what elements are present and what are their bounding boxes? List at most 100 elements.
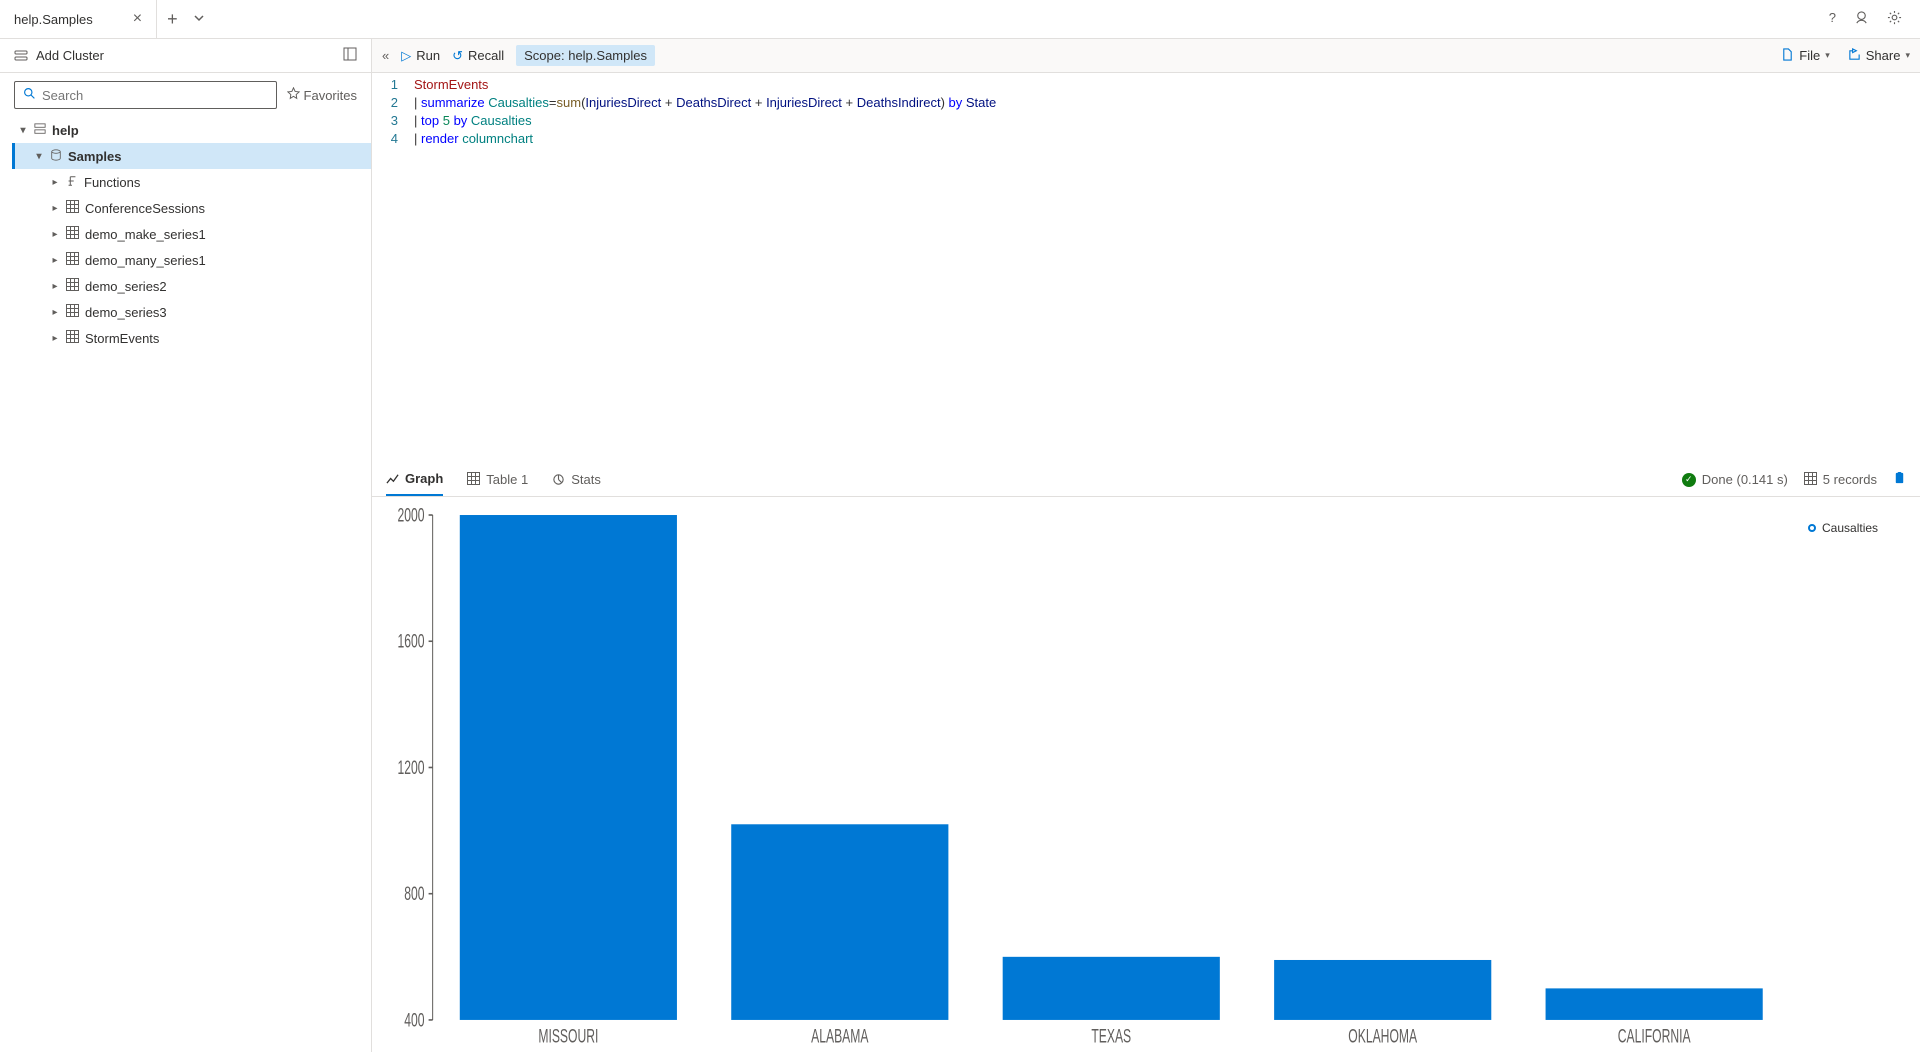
add-cluster-button[interactable]: Add Cluster (14, 48, 104, 63)
tree-item-label: demo_series3 (85, 305, 167, 320)
close-icon[interactable]: × (133, 10, 142, 28)
bar-alabama[interactable] (731, 824, 948, 1020)
run-label: Run (416, 48, 440, 63)
tree-item-label: StormEvents (85, 331, 159, 346)
tree-item-demo_many_series1[interactable]: ▸ demo_many_series1 (12, 247, 371, 273)
share-button[interactable]: Share ▾ (1848, 48, 1910, 64)
chevron-right-icon: ▸ (50, 333, 60, 344)
add-tab-button[interactable]: + (157, 9, 188, 30)
content-area: « ▷ Run ↺ Recall Scope: help.Samples Fil… (372, 39, 1920, 1052)
tree-item-label: ConferenceSessions (85, 201, 205, 216)
tree-item-label: demo_series2 (85, 279, 167, 294)
run-button[interactable]: ▷ Run (401, 48, 440, 64)
search-input[interactable] (42, 88, 268, 103)
sidebar-header: Add Cluster (0, 39, 371, 73)
records-text: 5 records (1823, 472, 1877, 487)
chart-area: 400800120016002000MISSOURIALABAMATEXASOK… (382, 507, 1800, 1052)
search-input-wrapper[interactable] (14, 81, 277, 109)
query-editor[interactable]: 1234 StormEvents| summarize Causalties=s… (372, 73, 1920, 463)
recall-icon: ↺ (452, 48, 463, 64)
tab-help-samples[interactable]: help.Samples × (0, 0, 157, 38)
prev-button[interactable]: « (382, 48, 389, 63)
copy-icon[interactable] (1893, 472, 1906, 488)
tree-item-demo_series2[interactable]: ▸demo_series2 (12, 273, 371, 299)
chevron-right-icon: ▸ (50, 229, 60, 240)
svg-text:2000: 2000 (398, 507, 425, 526)
legend-marker (1808, 524, 1816, 532)
tab-stats-label: Stats (571, 472, 601, 487)
favorites-label: Favorites (304, 88, 357, 103)
svg-text:ALABAMA: ALABAMA (811, 1026, 869, 1048)
tree-item-demo_series3[interactable]: ▸ demo_series3 (12, 299, 371, 325)
tree-item-label: Functions (84, 175, 140, 190)
tree: ▾ help ▾ Samples ▸ Functions ▸ ConferenceSe… (0, 117, 371, 351)
help-icon[interactable]: ? (1829, 10, 1836, 28)
legend-item[interactable]: Causalties (1808, 521, 1902, 535)
server-icon (34, 123, 46, 138)
chevron-down-icon: ▾ (34, 151, 44, 162)
tab-stats[interactable]: Stats (552, 463, 601, 496)
sidebar: Add Cluster Favorites ▾ (0, 39, 372, 1052)
chevron-down-icon: ▾ (1825, 50, 1830, 61)
tab-title: help.Samples (14, 12, 93, 27)
chart-svg: 400800120016002000MISSOURIALABAMATEXASOK… (382, 507, 1800, 1052)
recall-button[interactable]: ↺ Recall (452, 48, 504, 64)
table-icon (66, 226, 79, 242)
search-icon (23, 87, 36, 103)
svg-text:TEXAS: TEXAS (1091, 1026, 1131, 1048)
search-row: Favorites (0, 73, 371, 117)
file-label: File (1799, 48, 1820, 63)
table-icon (66, 304, 79, 320)
function-icon (66, 175, 78, 190)
bar-missouri[interactable] (460, 515, 677, 1020)
tab-bar: help.Samples × + ? (0, 0, 1920, 39)
tab-table-label: Table 1 (486, 472, 528, 487)
table-icon (66, 200, 79, 216)
status-text: Done (0.141 s) (1702, 472, 1788, 487)
tree-cluster-help[interactable]: ▾ help (12, 117, 371, 143)
chevron-down-icon: ▾ (1905, 50, 1910, 61)
feedback-icon[interactable] (1854, 10, 1869, 28)
svg-text:1200: 1200 (398, 757, 425, 779)
svg-text:OKLAHOMA: OKLAHOMA (1348, 1026, 1417, 1048)
chevron-right-icon: ▸ (50, 177, 60, 188)
collapse-sidebar-icon[interactable] (343, 47, 357, 64)
results-status: ✓ Done (0.141 s) 5 records (1682, 472, 1906, 488)
share-label: Share (1866, 48, 1901, 63)
favorites-button[interactable]: Favorites (287, 87, 357, 103)
svg-text:800: 800 (404, 883, 424, 905)
chevron-right-icon: ▸ (50, 307, 60, 318)
tree-item-stormevents[interactable]: ▸ StormEvents (12, 325, 371, 351)
chevron-right-icon: ▸ (50, 203, 60, 214)
tree-db-label: Samples (68, 149, 121, 164)
gear-icon[interactable] (1887, 10, 1902, 28)
tree-item-label: demo_many_series1 (85, 253, 206, 268)
tree-item-demo_make_series1[interactable]: ▸demo_make_series1 (12, 221, 371, 247)
bar-texas[interactable] (1003, 957, 1220, 1020)
bar-california[interactable] (1546, 988, 1763, 1020)
tab-table[interactable]: Table 1 (467, 463, 528, 496)
file-button[interactable]: File ▾ (1781, 48, 1829, 64)
tab-dropdown-icon[interactable] (188, 11, 210, 28)
tab-graph-label: Graph (405, 471, 443, 486)
editor-code[interactable]: StormEvents| summarize Causalties=sum(In… (406, 73, 1920, 463)
scope-pill[interactable]: Scope: help.Samples (516, 45, 655, 66)
file-icon (1781, 48, 1794, 64)
tree-item-functions[interactable]: ▸ Functions (12, 169, 371, 195)
table-icon (467, 472, 480, 488)
tree-db-samples[interactable]: ▾ Samples (12, 143, 371, 169)
table-icon (66, 278, 79, 294)
tab-graph[interactable]: Graph (386, 463, 443, 496)
results-tabs: Graph Table 1 Stats ✓ Done (0.141 s) 5 r… (372, 463, 1920, 497)
top-right-icons: ? (1829, 10, 1920, 28)
svg-text:MISSOURI: MISSOURI (538, 1026, 598, 1048)
table-icon (66, 330, 79, 346)
bar-oklahoma[interactable] (1274, 960, 1491, 1020)
chevron-right-icon: ▸ (50, 255, 60, 266)
success-icon: ✓ (1682, 473, 1696, 487)
svg-text:400: 400 (404, 1010, 424, 1032)
play-icon: ▷ (401, 48, 411, 64)
table-icon (1804, 472, 1817, 488)
chart-container: 400800120016002000MISSOURIALABAMATEXASOK… (372, 497, 1920, 1052)
tree-item-conferencesessions[interactable]: ▸ ConferenceSessions (12, 195, 371, 221)
